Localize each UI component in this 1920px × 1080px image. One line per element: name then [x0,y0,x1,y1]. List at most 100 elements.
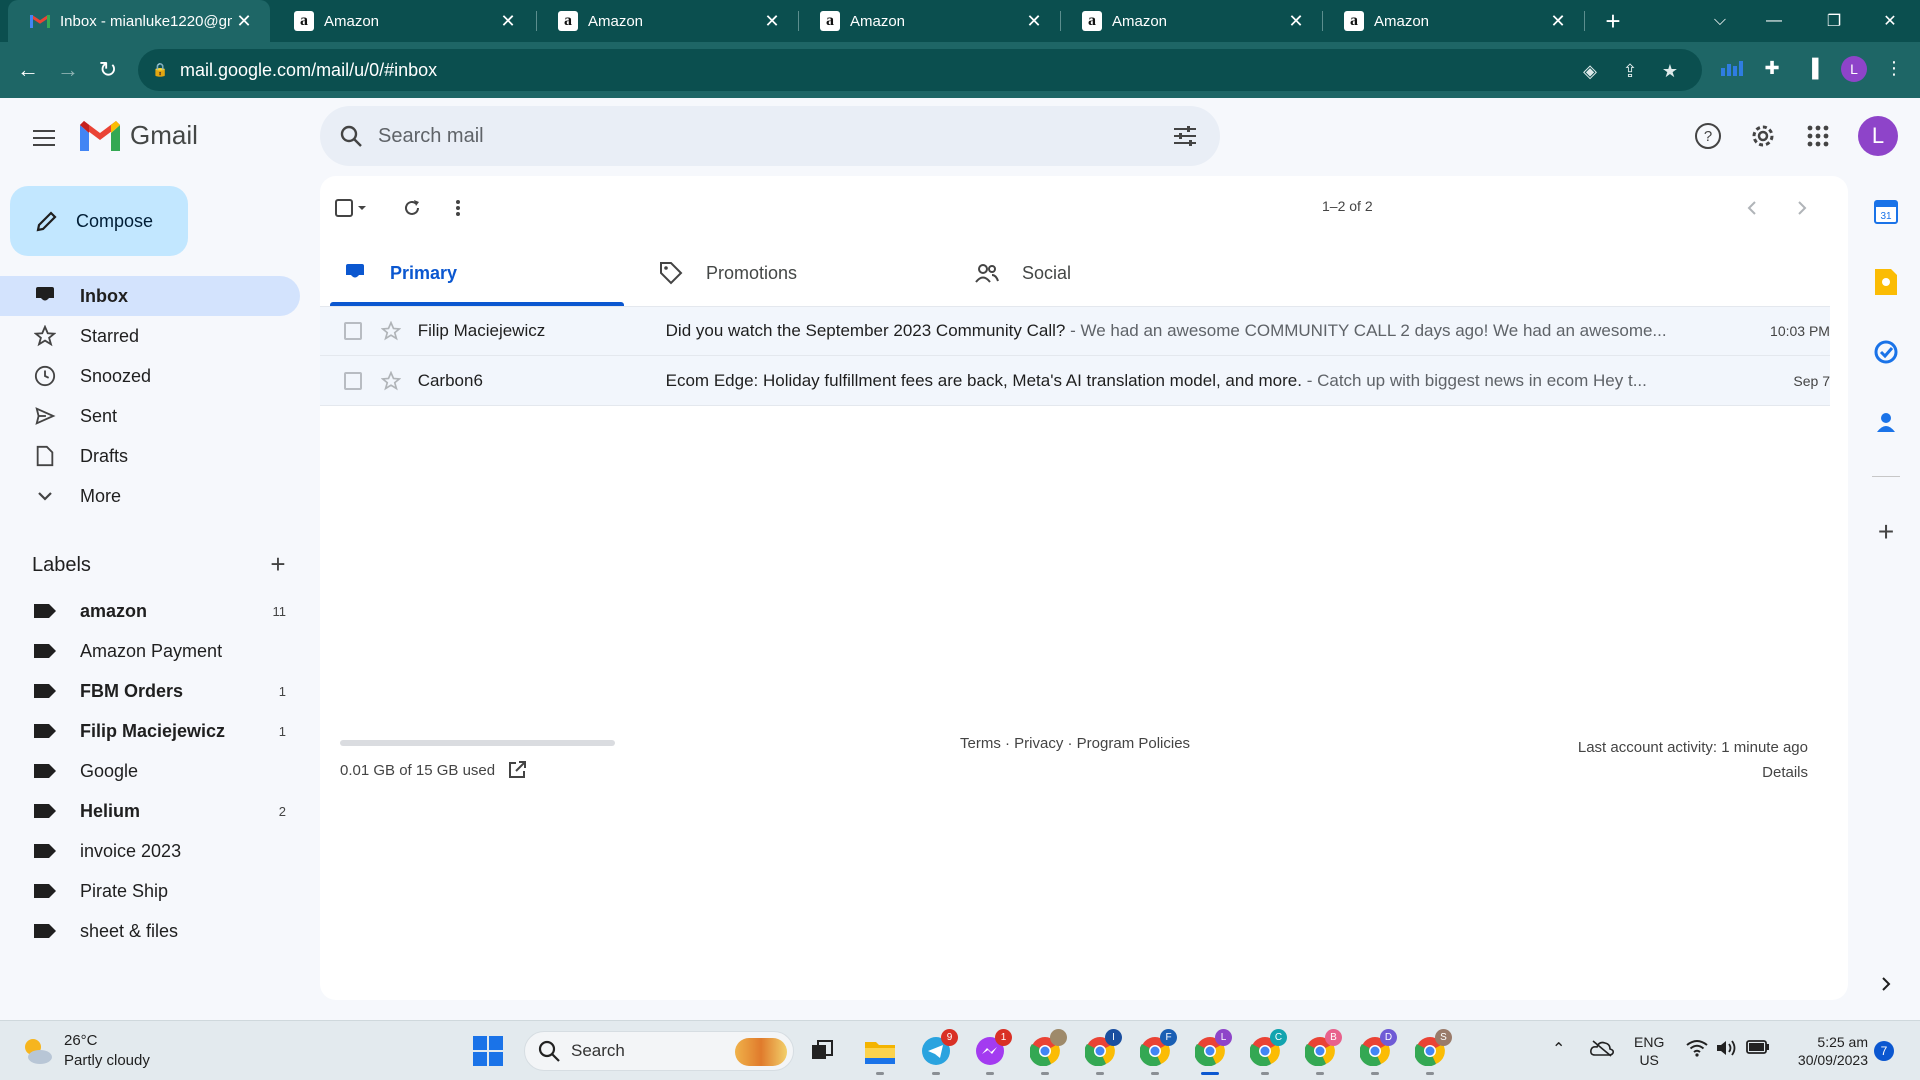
input-language[interactable]: ENG US [1634,1033,1664,1069]
new-tab-button[interactable]: + [1598,6,1628,36]
chrome-profile-icon[interactable] [1025,1029,1067,1075]
nav-item-inbox[interactable]: Inbox [0,276,300,316]
tab-search-chevron-icon[interactable]: ⌵ [1690,0,1750,42]
task-view-icon[interactable] [802,1031,842,1071]
compose-button[interactable]: Compose [10,186,188,256]
add-label-button[interactable]: + [264,551,292,579]
tab-social[interactable]: Social [962,240,1262,306]
wifi-icon[interactable] [1686,1039,1708,1062]
chrome-profile-icon[interactable]: D [1355,1029,1397,1075]
contacts-icon[interactable] [1870,406,1902,438]
chrome-profile-icon[interactable]: S [1410,1029,1452,1075]
keep-icon[interactable] [1870,266,1902,298]
nav-item-snoozed[interactable]: Snoozed [0,356,300,396]
details-link[interactable]: Details [1578,760,1808,785]
battery-icon[interactable] [1746,1039,1770,1060]
label-item[interactable]: Pirate Ship [0,871,300,911]
google-apps-icon[interactable] [1800,118,1836,154]
forward-button[interactable]: → [52,54,84,86]
extension-chart-icon[interactable] [1718,54,1746,82]
nav-item-sent[interactable]: Sent [0,396,300,436]
chrome-profile-icon[interactable]: L [1190,1029,1232,1075]
select-all-checkbox[interactable] [334,190,370,226]
email-row[interactable]: Filip Maciejewicz Did you watch the Sept… [320,306,1830,356]
search-icon[interactable] [336,121,366,151]
bookmark-star-icon[interactable]: ★ [1658,59,1682,83]
onedrive-offline-icon[interactable] [1590,1039,1614,1062]
tasks-icon[interactable] [1870,336,1902,368]
browser-tab-amazon[interactable]: a Amazon ✕ [272,0,534,42]
close-tab-icon[interactable]: ✕ [232,9,256,33]
star-icon[interactable] [380,320,402,342]
email-checkbox[interactable] [344,371,362,390]
footer-links[interactable]: Terms · Privacy · Program Policies [960,735,1190,752]
share-icon[interactable]: ⇪ [1618,59,1642,83]
newer-page-chevron-icon[interactable] [1734,190,1770,226]
search-input[interactable] [378,124,1138,148]
email-checkbox[interactable] [344,322,362,340]
close-tab-icon[interactable]: ✕ [496,9,520,33]
chrome-profile-icon[interactable]: B [1300,1029,1342,1075]
star-icon[interactable] [380,370,402,392]
chrome-profile-icon[interactable]: I [1080,1029,1122,1075]
gmail-logo[interactable]: Gmail [80,120,198,151]
nav-item-more[interactable]: More [0,476,300,516]
notification-count-badge[interactable]: 7 [1874,1041,1894,1061]
eye-slash-icon[interactable]: ◈ [1578,59,1602,83]
browser-profile-avatar[interactable]: L [1841,56,1867,82]
weather-widget[interactable]: 26°C Partly cloudy [20,1031,150,1071]
show-side-panel-chevron-icon[interactable] [1870,968,1902,1000]
label-item[interactable]: Amazon Payment [0,631,300,671]
back-button[interactable]: ← [12,54,44,86]
more-actions-icon[interactable] [440,190,476,226]
tab-primary[interactable]: Primary [330,240,630,306]
close-tab-icon[interactable]: ✕ [1022,9,1046,33]
add-addon-icon[interactable]: + [1870,516,1902,548]
search-options-icon[interactable] [1170,121,1200,151]
taskbar-search-box[interactable]: Search [524,1031,794,1071]
close-window-button[interactable]: ✕ [1860,0,1920,42]
chrome-profile-icon[interactable]: F [1135,1029,1177,1075]
older-page-chevron-icon[interactable] [1784,190,1820,226]
help-icon[interactable]: ? [1690,118,1726,154]
close-tab-icon[interactable]: ✕ [1284,9,1308,33]
calendar-icon[interactable]: 31 [1870,196,1902,228]
reload-button[interactable]: ↻ [92,54,124,86]
side-panel-icon[interactable]: ▐ [1798,54,1826,82]
account-avatar[interactable]: L [1858,116,1898,156]
label-item[interactable]: invoice 2023 [0,831,300,871]
show-hidden-icons-chevron-icon[interactable]: ⌃ [1552,1039,1565,1059]
extensions-puzzle-icon[interactable]: ✚ [1758,54,1786,82]
close-tab-icon[interactable]: ✕ [1546,9,1570,33]
nav-item-starred[interactable]: Starred [0,316,300,356]
telegram-icon[interactable]: 9 [916,1029,958,1075]
search-bar[interactable] [320,106,1220,166]
email-row[interactable]: Carbon6 Ecom Edge: Holiday fulfillment f… [320,356,1830,406]
browser-tab-amazon[interactable]: a Amazon ✕ [1322,0,1584,42]
label-item[interactable]: Filip Maciejewicz 1 [0,711,300,751]
messenger-icon[interactable]: 1 [970,1029,1012,1075]
label-item[interactable]: amazon 11 [0,591,300,631]
close-tab-icon[interactable]: ✕ [760,9,784,33]
main-menu-button[interactable] [26,120,62,156]
browser-tab-gmail[interactable]: Inbox - mianluke1220@gmail.com - Gmail ✕ [8,0,270,42]
chrome-menu-icon[interactable]: ⋮ [1880,54,1908,82]
label-item[interactable]: FBM Orders 1 [0,671,300,711]
settings-gear-icon[interactable] [1745,118,1781,154]
label-item[interactable]: Google [0,751,300,791]
address-bar[interactable]: 🔒 mail.google.com/mail/u/0/#inbox ◈ ⇪ ★ [138,49,1702,91]
browser-tab-amazon[interactable]: a Amazon ✕ [536,0,798,42]
minimize-button[interactable]: — [1744,0,1804,42]
file-explorer-icon[interactable] [860,1031,900,1075]
nav-item-drafts[interactable]: Drafts [0,436,300,476]
browser-tab-amazon[interactable]: a Amazon ✕ [798,0,1060,42]
windows-start-icon[interactable] [472,1035,504,1067]
browser-tab-amazon[interactable]: a Amazon ✕ [1060,0,1322,42]
label-item[interactable]: sheet & files [0,911,300,951]
tab-promotions[interactable]: Promotions [646,240,946,306]
external-link-icon[interactable] [507,760,527,780]
volume-icon[interactable] [1716,1039,1738,1062]
restore-button[interactable]: ❐ [1804,0,1864,42]
refresh-icon[interactable] [394,190,430,226]
system-clock[interactable]: 5:25 am 30/09/2023 [1782,1033,1868,1069]
